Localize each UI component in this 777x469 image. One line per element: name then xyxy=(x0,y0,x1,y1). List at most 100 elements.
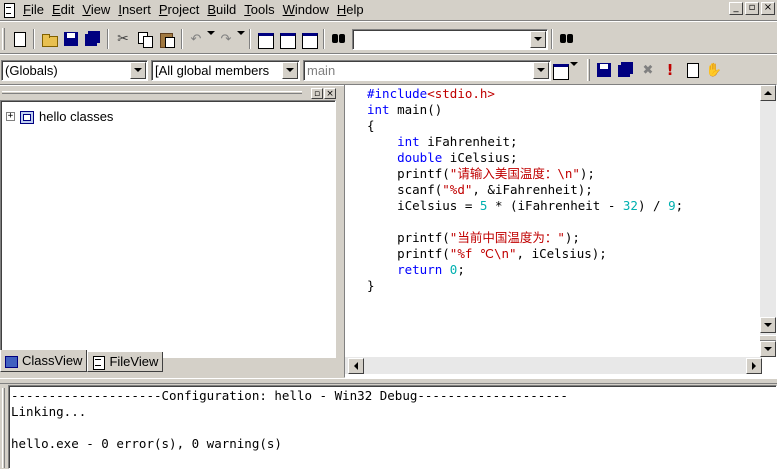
code-line[interactable]: #include<stdio.h> xyxy=(367,86,765,102)
code-line[interactable]: return 0; xyxy=(367,262,765,278)
cut-button[interactable]: ✂ xyxy=(112,28,134,50)
code-line[interactable]: scanf("%d", &iFahrenheit); xyxy=(367,182,765,198)
code-line[interactable]: } xyxy=(367,278,765,294)
menu-tools[interactable]: Tools xyxy=(240,0,278,19)
wizard-action-button[interactable] xyxy=(551,59,569,81)
scroll-down-wrapper xyxy=(760,317,776,333)
code-token: main() xyxy=(389,102,443,117)
menu-build[interactable]: Build xyxy=(203,0,240,19)
find-in-files-button[interactable] xyxy=(328,28,350,50)
menu-items: File Edit View Insert Project Build Tools Windo… xyxy=(19,0,368,19)
code-line[interactable]: printf("请输入美国温度：\n"); xyxy=(367,166,765,182)
window-list-button[interactable] xyxy=(298,28,320,50)
scroll-up-button[interactable] xyxy=(760,85,776,101)
workspace-restore-button[interactable]: ▫ xyxy=(311,88,323,99)
go-button[interactable] xyxy=(681,59,703,81)
output-button[interactable] xyxy=(276,28,298,50)
chevron-down-icon[interactable] xyxy=(282,61,298,79)
wizard-action-dropdown[interactable] xyxy=(569,59,579,81)
workspace-close-button[interactable]: × xyxy=(324,88,336,99)
mdi-restore-button[interactable]: ▫ xyxy=(745,2,759,15)
class-tree[interactable]: + hello classes xyxy=(0,100,336,358)
chevron-down-icon[interactable] xyxy=(530,30,546,48)
workspace-button[interactable] xyxy=(254,28,276,50)
toolbar-grip[interactable] xyxy=(2,28,5,50)
code-line[interactable]: int iFahrenheit; xyxy=(367,134,765,150)
scroll-page-down-button[interactable] xyxy=(760,341,776,357)
save-all-button[interactable] xyxy=(82,28,104,50)
tab-fileview[interactable]: FileView xyxy=(87,352,164,372)
class-combo[interactable]: (Globals) xyxy=(1,59,148,81)
build-button[interactable] xyxy=(615,59,637,81)
find-button[interactable] xyxy=(556,28,578,50)
redo-button[interactable]: ↷ xyxy=(216,28,236,50)
window-list-icon xyxy=(301,31,318,49)
code-line[interactable]: int main() xyxy=(367,102,765,118)
menu-help[interactable]: Help xyxy=(333,0,368,19)
menu-insert[interactable]: Insert xyxy=(114,0,155,19)
horizontal-scrollbar[interactable] xyxy=(345,357,762,374)
output-grip[interactable] xyxy=(2,388,5,468)
menu-accelerator: V xyxy=(82,2,91,17)
code-line[interactable]: printf("当前中国温度为："); xyxy=(367,230,765,246)
tree-item-label: hello classes xyxy=(39,109,114,124)
execute-button[interactable]: ! xyxy=(659,59,681,81)
compile-button[interactable] xyxy=(593,59,615,81)
mdi-close-button[interactable]: × xyxy=(761,2,775,15)
menu-edit[interactable]: Edit xyxy=(48,0,78,19)
code-token: { xyxy=(367,118,375,133)
open-button[interactable] xyxy=(38,28,60,50)
tree-item-hello-classes[interactable]: + hello classes xyxy=(6,109,113,124)
code-line[interactable]: double iCelsius; xyxy=(367,150,765,166)
chevron-down-icon[interactable] xyxy=(130,61,146,79)
save-button[interactable] xyxy=(60,28,82,50)
menu-file[interactable]: File xyxy=(19,0,48,19)
toolbar-separator xyxy=(551,29,553,49)
vertical-scrollbar[interactable] xyxy=(760,85,776,357)
new-text-file-button[interactable] xyxy=(8,28,30,50)
selection-margin[interactable] xyxy=(345,85,365,357)
copy-button[interactable] xyxy=(134,28,156,50)
code-line[interactable]: printf("%f ℃\n", iCelsius); xyxy=(367,246,765,262)
find-combo[interactable] xyxy=(352,28,548,50)
hscroll-track[interactable] xyxy=(364,358,746,374)
tree-expand-icon[interactable]: + xyxy=(6,112,15,121)
paste-button[interactable] xyxy=(156,28,178,50)
code-token-kw: double xyxy=(397,150,443,165)
code-line[interactable]: iCelsius = 5 * (iFahrenheit - 32) / 9; xyxy=(367,198,765,214)
code-line[interactable] xyxy=(367,214,765,230)
code-line[interactable]: { xyxy=(367,118,765,134)
scroll-right-button[interactable] xyxy=(746,357,762,374)
build-icon xyxy=(618,62,634,78)
stop-build-button[interactable]: ✖ xyxy=(637,59,659,81)
toolbar-grip[interactable] xyxy=(587,59,590,81)
workspace-header: ▫ × xyxy=(0,88,338,100)
document-icon[interactable] xyxy=(2,2,16,18)
member-combo[interactable]: main xyxy=(303,59,551,81)
menu-project[interactable]: Project xyxy=(155,0,203,19)
code-token-str: <stdio.h> xyxy=(427,86,495,101)
menu-view[interactable]: View xyxy=(78,0,114,19)
code-text[interactable]: #include<stdio.h> int main(){ int iFahren… xyxy=(367,85,765,357)
scroll-down-button[interactable] xyxy=(760,317,776,333)
filter-combo[interactable]: [All global members xyxy=(151,59,300,81)
redo-dropdown[interactable] xyxy=(236,28,246,50)
chevron-down-icon xyxy=(237,35,245,43)
workspace-grip[interactable] xyxy=(2,91,302,94)
mdi-minimize-button[interactable]: _ xyxy=(729,2,743,15)
scroll-left-button[interactable] xyxy=(348,357,364,374)
output-divider[interactable] xyxy=(0,378,777,384)
menu-window[interactable]: Window xyxy=(279,0,333,19)
vc6-ide: File Edit View Insert Project Build Tools Windo… xyxy=(0,0,777,469)
menu-accelerator: F xyxy=(23,2,31,17)
code-editor[interactable]: #include<stdio.h> int main(){ int iFahren… xyxy=(344,84,777,378)
tab-classview[interactable]: ClassView xyxy=(0,350,88,372)
undo-dropdown[interactable] xyxy=(206,28,216,50)
output-window[interactable]: --------------------Configuration: hello… xyxy=(8,385,777,469)
toolbar-separator xyxy=(249,29,251,49)
chevron-down-icon[interactable] xyxy=(533,61,549,79)
code-token: ) / xyxy=(637,198,669,213)
breakpoint-button[interactable]: ✋ xyxy=(703,59,725,81)
undo-button[interactable]: ↶ xyxy=(186,28,206,50)
